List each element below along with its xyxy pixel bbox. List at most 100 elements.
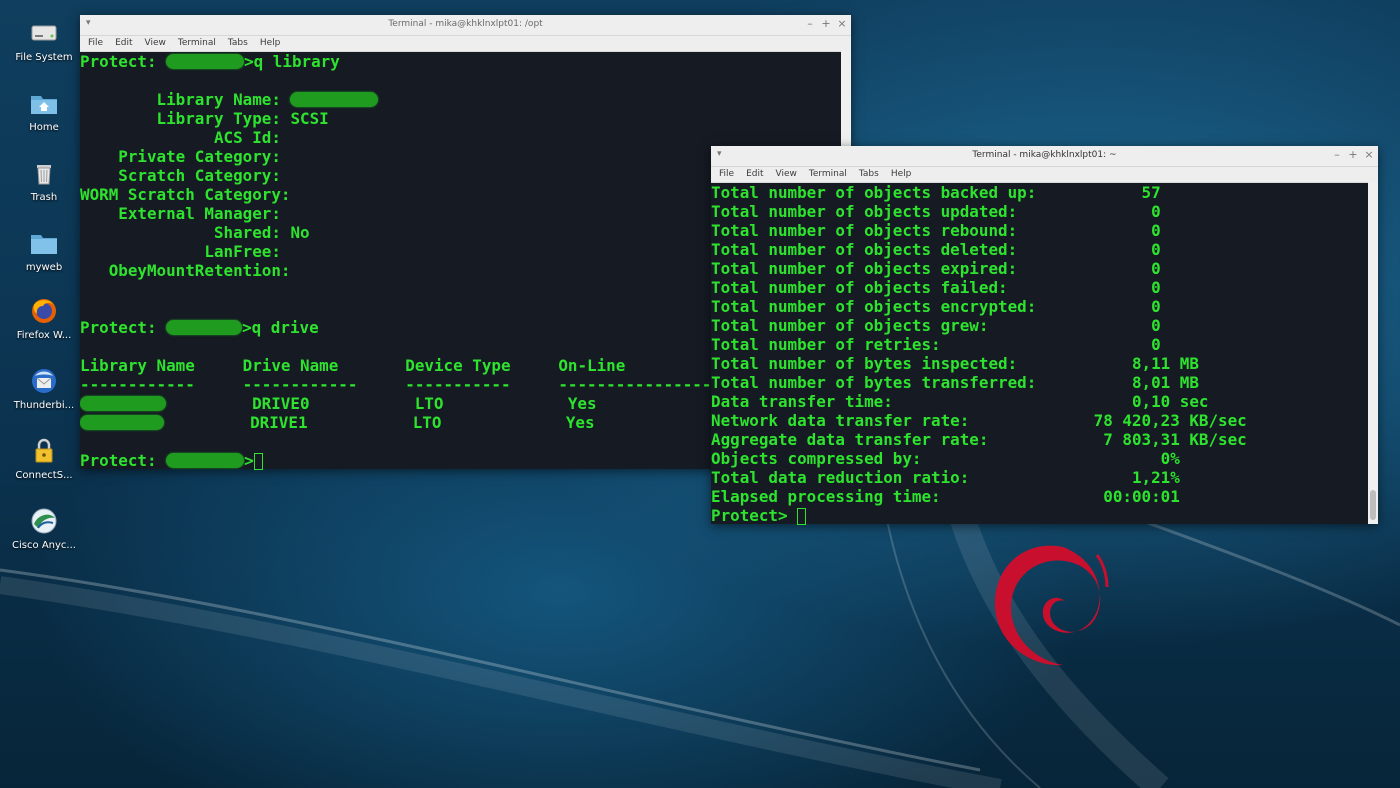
terminal-cursor[interactable] — [253, 453, 263, 470]
terminal-line: Total number of bytes transferred: 8,01 … — [711, 373, 1368, 392]
terminal-text: ACS Id: — [80, 128, 281, 147]
redacted-marker — [290, 92, 379, 107]
desktop-icon-home-folder[interactable]: Home — [6, 88, 82, 133]
title-bar[interactable]: ▾ Terminal - mika@khklnxlpt01: ~ – + × — [711, 146, 1378, 167]
desktop-icon-drive[interactable]: File System — [6, 18, 82, 63]
scrollbar-thumb[interactable] — [1370, 490, 1376, 520]
desktop-icon-label: File System — [15, 52, 73, 63]
menu-item-help[interactable]: Help — [891, 169, 912, 179]
terminal-text: Data transfer time: 0,10 sec — [711, 392, 1209, 411]
terminal-text: Total data reduction ratio: 1,21% — [711, 468, 1180, 487]
terminal-text: Total number of bytes inspected: 8,11 MB — [711, 354, 1199, 373]
terminal-line: Library Name: — [80, 90, 841, 109]
menu-item-view[interactable]: View — [776, 169, 797, 179]
thunderbird-icon — [29, 366, 59, 396]
terminal-text: Library Name Drive Name Device Type On-L… — [80, 356, 626, 375]
menu-item-edit[interactable]: Edit — [746, 169, 763, 179]
maximize-icon[interactable]: + — [819, 17, 833, 30]
desktop-icon-thunderbird[interactable]: Thunderbi... — [6, 366, 82, 411]
drive-icon — [29, 18, 59, 48]
terminal-line: Elapsed processing time: 00:00:01 — [711, 487, 1368, 506]
home-folder-icon — [29, 88, 59, 118]
menu-item-tabs[interactable]: Tabs — [859, 169, 879, 179]
terminal-line: Total number of objects backed up: 57 — [711, 183, 1368, 202]
menu-item-terminal[interactable]: Terminal — [809, 169, 847, 179]
menu-item-view[interactable]: View — [145, 38, 166, 48]
terminal-line: Total number of retries: 0 — [711, 335, 1368, 354]
desktop-icon-label: Thunderbi... — [13, 400, 75, 411]
menu-item-file[interactable]: File — [88, 38, 103, 48]
desktop-icon-folder[interactable]: myweb — [6, 228, 82, 273]
trash-icon — [29, 158, 59, 188]
minimize-icon[interactable]: – — [1330, 148, 1344, 161]
desktop-icon-label: Home — [29, 122, 59, 133]
firefox-icon — [29, 296, 59, 326]
desktop-icon-trash[interactable]: Trash — [6, 158, 82, 203]
desktop-icon-label: ConnectS... — [15, 470, 73, 481]
terminal-text: >q drive — [242, 318, 319, 337]
terminal-text: Total number of bytes transferred: 8,01 … — [711, 373, 1199, 392]
terminal-text: External Manager: — [80, 204, 281, 223]
redacted-marker — [80, 415, 164, 430]
terminal-text: Shared: No — [80, 223, 310, 242]
redacted-marker — [166, 453, 245, 468]
scrollbar[interactable] — [1368, 182, 1378, 524]
terminal-text: LanFree: — [80, 242, 281, 261]
terminal-output[interactable]: Total number of objects backed up: 57 Tot… — [711, 183, 1368, 525]
terminal-line: Objects compressed by: 0% — [711, 449, 1368, 468]
desktop-icon-label: Firefox W... — [16, 330, 72, 341]
desktop-icon-firefox[interactable]: Firefox W... — [6, 296, 82, 341]
title-bar[interactable]: ▾ Terminal - mika@khklnxlpt01: /opt – + … — [80, 15, 851, 36]
terminal-text: Network data transfer rate: 78 420,23 KB… — [711, 411, 1247, 430]
desktop-icon-label: Trash — [30, 192, 58, 203]
terminal-line: Total number of objects failed: 0 — [711, 278, 1368, 297]
globe-icon — [29, 506, 59, 536]
close-icon[interactable]: × — [1362, 148, 1376, 161]
desktop-icon-globe[interactable]: Cisco Anyc... — [6, 506, 82, 551]
redacted-marker — [166, 54, 245, 69]
terminal-text: Total number of objects rebound: 0 — [711, 221, 1161, 240]
terminal-line: Protect> — [711, 506, 1368, 525]
terminal-line: Total data reduction ratio: 1,21% — [711, 468, 1368, 487]
minimize-icon[interactable]: – — [803, 17, 817, 30]
terminal-line: Network data transfer rate: 78 420,23 KB… — [711, 411, 1368, 430]
terminal-text: Private Category: — [80, 147, 281, 166]
terminal-text: Total number of retries: 0 — [711, 335, 1161, 354]
window-title: Terminal - mika@khklnxlpt01: /opt — [388, 19, 543, 29]
terminal-text: Library Type: SCSI — [80, 109, 329, 128]
terminal-line: Total number of objects encrypted: 0 — [711, 297, 1368, 316]
terminal-window-home[interactable]: ▾ Terminal - mika@khklnxlpt01: ~ – + × F… — [711, 146, 1378, 525]
terminal-text: DRIVE1 LTO Yes — [164, 413, 595, 432]
terminal-text: Total number of objects backed up: 57 — [711, 183, 1161, 202]
terminal-text: Protect> — [711, 506, 798, 525]
redacted-marker — [80, 396, 166, 411]
terminal-line: Total number of objects deleted: 0 — [711, 240, 1368, 259]
terminal-text: Total number of objects expired: 0 — [711, 259, 1161, 278]
terminal-line: Protect: >q library — [80, 52, 841, 71]
terminal-text: Total number of objects updated: 0 — [711, 202, 1161, 221]
terminal-text: Protect: — [80, 52, 167, 71]
menu-item-terminal[interactable]: Terminal — [178, 38, 216, 48]
terminal-text: Aggregate data transfer rate: 7 803,31 K… — [711, 430, 1247, 449]
terminal-cursor[interactable] — [797, 508, 807, 525]
menu-item-edit[interactable]: Edit — [115, 38, 132, 48]
terminal-text: Total number of objects encrypted: 0 — [711, 297, 1161, 316]
terminal-text: Total number of objects grew: 0 — [711, 316, 1161, 335]
menu-bar: File Edit View Terminal Tabs Help — [80, 36, 851, 52]
terminal-text: Objects compressed by: 0% — [711, 449, 1180, 468]
terminal-text: Total number of objects deleted: 0 — [711, 240, 1161, 259]
close-icon[interactable]: × — [835, 17, 849, 30]
terminal-line: ACS Id: — [80, 128, 841, 147]
lock-icon — [29, 436, 59, 466]
terminal-text: Total number of objects failed: 0 — [711, 278, 1161, 297]
terminal-text: ------------ ------------ ----------- --… — [80, 375, 741, 394]
terminal-text: ObeyMountRetention: — [80, 261, 291, 280]
desktop-icon-lock[interactable]: ConnectS... — [6, 436, 82, 481]
menu-bar: File Edit View Terminal Tabs Help — [711, 167, 1378, 183]
terminal-text: Library Name: — [80, 90, 291, 109]
menu-item-tabs[interactable]: Tabs — [228, 38, 248, 48]
terminal-text: > — [244, 451, 254, 470]
maximize-icon[interactable]: + — [1346, 148, 1360, 161]
menu-item-file[interactable]: File — [719, 169, 734, 179]
menu-item-help[interactable]: Help — [260, 38, 281, 48]
